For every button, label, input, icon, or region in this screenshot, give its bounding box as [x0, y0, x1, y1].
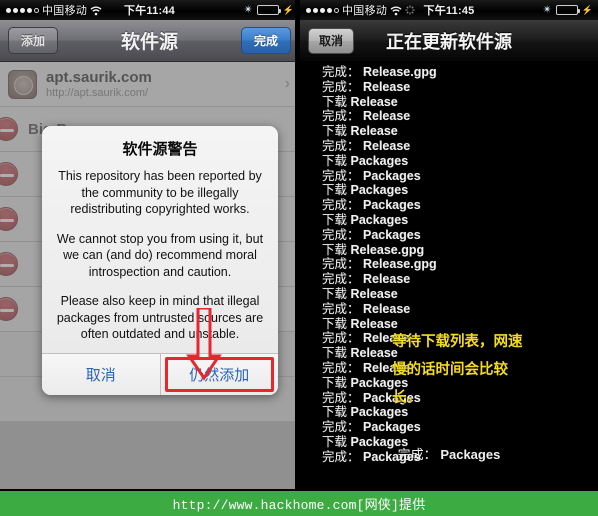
log-line: 下载 Packages	[300, 154, 598, 169]
log-line: 完成： Release	[300, 139, 598, 154]
log-file: Packages	[362, 168, 421, 183]
log-file: Packages	[362, 420, 421, 435]
log-status: 完成：	[322, 360, 363, 375]
log-line: 完成： Packages	[300, 198, 598, 213]
log-file: Release	[362, 301, 411, 316]
log-file: Release	[362, 109, 411, 124]
log-status: 完成：	[322, 79, 363, 94]
screenshot-root: 中国移动 下午11:44 ✴ ⚡ 添加 软件源 完成 软件源警告 This re…	[0, 0, 598, 516]
log-status: 完成：	[322, 272, 363, 287]
log-file: Release.gpg	[362, 65, 437, 79]
log-status: 下载	[322, 346, 351, 361]
log-status: 完成：	[322, 65, 363, 79]
log-status: 完成：	[322, 198, 363, 213]
left-navbar: 添加 软件源 完成	[0, 20, 299, 62]
dialog-paragraph-2: We cannot stop you from using it, but we…	[56, 231, 264, 279]
log-status: 下载	[322, 212, 351, 227]
cancel-update-button[interactable]: 取消	[308, 27, 354, 54]
log-status: 完成：	[322, 420, 363, 435]
right-phone-screen: 中国移动 下午11:45 ✴ ⚡ 取消 正在更新软件源 完成： Release.…	[300, 0, 598, 491]
annotation-note-line-2: 慢的话时间会比较	[392, 362, 508, 378]
log-status: 完成：	[322, 227, 363, 242]
right-status-bar: 中国移动 下午11:45 ✴ ⚡	[300, 0, 598, 20]
annotation-note-line-3: 长。	[392, 390, 421, 406]
cancel-button[interactable]: 取消	[42, 353, 161, 395]
log-file: Packages	[362, 198, 421, 213]
log-line: 完成： Packages	[300, 420, 598, 435]
log-line: 下载 Packages	[300, 183, 598, 198]
dialog-paragraph-3: Please also keep in mind that illegal pa…	[56, 294, 264, 341]
log-status: 下载	[322, 124, 351, 139]
log-status: 下载	[322, 153, 351, 168]
clock-label: 下午11:44	[124, 5, 175, 17]
log-status: 完成：	[322, 109, 363, 124]
log-status: 下载	[322, 183, 351, 198]
log-file: Release.gpg	[350, 242, 425, 257]
log-file: Packages	[350, 153, 409, 168]
dialog-title: 软件源警告	[122, 141, 198, 158]
log-status: 完成：	[322, 301, 363, 316]
log-file: Release.gpg	[362, 257, 437, 272]
log-file: Release	[362, 79, 411, 94]
add-anyway-label: 仍然添加	[189, 366, 250, 384]
clock-label: 下午11:45	[423, 5, 475, 17]
log-status: 完成：	[322, 331, 363, 346]
log-file: Release	[350, 346, 398, 361]
log-status: 完成：	[322, 257, 363, 272]
log-status: 下载	[322, 405, 351, 420]
log-file: Packages	[350, 183, 409, 198]
log-line: 完成： Release	[300, 302, 598, 317]
log-status: 完成：	[322, 168, 363, 183]
log-file: Release	[350, 124, 398, 139]
log-status: 下载	[322, 316, 351, 331]
log-line: 下载 Release	[300, 124, 598, 139]
log-line: 下载 Release	[300, 287, 598, 302]
log-line: 完成： Packages	[300, 169, 598, 184]
dialog-paragraph-1: This repository has been reported by the…	[58, 169, 262, 216]
log-line: 完成： Release	[300, 272, 598, 287]
annotation-note-line-1: 等待下载列表，网速	[392, 334, 523, 350]
left-phone-screen: 中国移动 下午11:44 ✴ ⚡ 添加 软件源 完成 软件源警告 This re…	[0, 0, 299, 491]
watermark-text: http://www.hackhome.com[网侠]提供	[172, 498, 426, 513]
log-line: 完成： Release.gpg	[300, 257, 598, 272]
log-line: 完成： Release	[300, 109, 598, 124]
log-file: Release	[350, 316, 398, 331]
log-file: Release	[350, 286, 398, 301]
battery-charging-icon	[256, 5, 281, 15]
battery-charging-icon	[555, 5, 580, 15]
done-button[interactable]: 完成	[240, 27, 291, 54]
watermark-bar: http://www.hackhome.com[网侠]提供	[0, 491, 598, 516]
left-status-bar: 中国移动 下午11:44 ✴ ⚡	[0, 0, 299, 20]
log-file: Packages	[350, 212, 409, 227]
dialog-body: 软件源警告 This repository has been reported …	[42, 126, 278, 353]
log-status: 下载	[322, 94, 351, 109]
footer-status: 完成：	[397, 447, 437, 462]
log-file: Release	[362, 138, 411, 153]
current-status-line: 完成： Packages	[300, 444, 598, 463]
log-status: 完成：	[322, 138, 363, 153]
add-anyway-button[interactable]: 仍然添加	[160, 353, 278, 395]
dialog-button-row: 取消 仍然添加	[42, 352, 278, 395]
log-status: 下载	[322, 242, 351, 257]
log-line: 下载 Packages	[300, 213, 598, 228]
log-status: 下载	[322, 375, 351, 390]
right-navbar: 取消 正在更新软件源	[300, 20, 598, 62]
log-line: 下载 Release	[300, 95, 598, 110]
log-line: 下载 Release.gpg	[300, 243, 598, 258]
log-file: Release	[362, 272, 411, 287]
log-file: Release	[350, 94, 398, 109]
log-file: Packages	[362, 227, 421, 242]
log-line: 完成： Packages	[300, 228, 598, 243]
log-status: 下载	[322, 286, 351, 301]
add-source-button[interactable]: 添加	[8, 27, 58, 54]
footer-file: Packages	[440, 447, 501, 462]
log-status: 完成：	[322, 390, 363, 405]
update-log-terminal[interactable]: 完成： Release.gpg 完成： Release 下载 Release 完成： …	[300, 62, 598, 469]
log-line: 完成： Release.gpg	[300, 65, 598, 80]
log-line: 完成： Release	[300, 80, 598, 95]
source-warning-dialog: 软件源警告 This repository has been reported …	[42, 126, 278, 395]
